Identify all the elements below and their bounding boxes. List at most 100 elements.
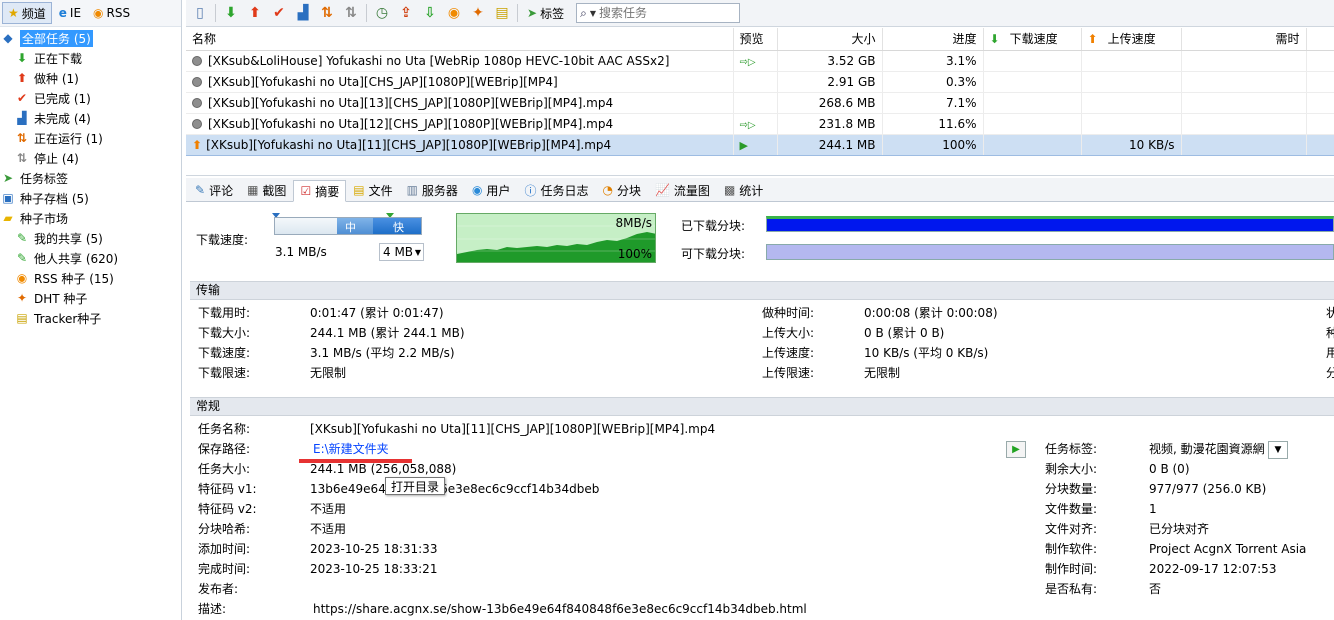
transfer-value: 10 KB/s (平均 0 KB/s)	[864, 346, 989, 360]
tracker-button[interactable]: ▤	[490, 2, 514, 24]
tree-item-rss-torrents[interactable]: ◉ RSS 种子 (15)	[0, 268, 181, 288]
table-row[interactable]: [XKsub][Yofukashi no Uta][CHS_JAP][1080P…	[186, 71, 1334, 93]
torrent-down-button[interactable]: ⇩	[418, 2, 442, 24]
tag-button[interactable]: ➤ 标签	[521, 2, 570, 24]
speed-section: 下载速度: 中 快 3.1 MB/s 4 MB ▼ 8MB/s 100% 已下载…	[186, 203, 1334, 280]
others-share-icon: ✎	[16, 251, 28, 265]
task-down-speed-cell	[983, 134, 1082, 156]
general-label: 任务名称:	[198, 422, 251, 436]
task-preview-cell[interactable]: ⇨▷	[733, 50, 778, 72]
general-section-header: 常规	[190, 397, 1334, 416]
transfer-value: 3.1 MB/s (平均 2.2 MB/s)	[310, 346, 455, 360]
torrent-up-button[interactable]: ⇪	[394, 2, 418, 24]
task-preview-cell[interactable]: ▶	[733, 134, 778, 156]
tree-item-downloading[interactable]: ⬇ 正在下载	[0, 48, 181, 68]
tab-rss[interactable]: ◉ RSS	[88, 2, 135, 24]
col-header-up-speed[interactable]: ⬆ 上传速度	[1081, 28, 1182, 51]
tree-item-completed[interactable]: ✔ 已完成 (1)	[0, 88, 181, 108]
tree-item-my-share[interactable]: ✎ 我的共享 (5)	[0, 228, 181, 248]
task-preview-cell[interactable]: ⇨▷	[733, 113, 778, 135]
tree-item-all-tasks[interactable]: ◆ 全部任务 (5)	[0, 28, 181, 48]
tab-stats[interactable]: ▩ 统计	[717, 179, 770, 201]
play-button[interactable]: ▶	[1006, 441, 1026, 458]
search-input[interactable]	[598, 6, 729, 20]
start-button[interactable]: ⬇	[219, 2, 243, 24]
general-label: 发布者:	[198, 582, 239, 596]
left-tabs: ★ 频道 e IE ◉ RSS	[0, 0, 181, 27]
tree-item-running[interactable]: ⇅ 正在运行 (1)	[0, 128, 181, 148]
stop-button[interactable]: ⇅	[339, 2, 363, 24]
tab-users[interactable]: ◉ 用户	[465, 179, 518, 201]
file-count-value: 1	[1149, 502, 1157, 516]
stopped-status-icon	[192, 97, 202, 108]
col-header-eta[interactable]: 需时	[1181, 28, 1307, 51]
speed-graph: 8MB/s 100%	[456, 213, 656, 263]
tab-channel[interactable]: ★ 频道	[2, 2, 52, 24]
folder-icon: ▰	[3, 211, 13, 225]
task-name-value: [XKsub][Yofukashi no Uta][11][CHS_JAP][1…	[310, 422, 716, 436]
tab-files[interactable]: ▤ 文件	[346, 179, 399, 201]
tree-item-incomplete[interactable]: ▟ 未完成 (4)	[0, 108, 181, 128]
col-header-size[interactable]: 大小	[777, 28, 883, 51]
speed-limit-slider[interactable]: 中 快	[274, 217, 422, 235]
tree-item-stopped[interactable]: ⇅ 停止 (4)	[0, 148, 181, 168]
rss-button[interactable]: ◉	[442, 2, 466, 24]
dht-button[interactable]: ✦	[466, 2, 490, 24]
torrent-down-icon: ⇩	[424, 5, 436, 21]
piece-hash-value: 不适用	[310, 522, 347, 536]
search-box[interactable]: ⌕ ▼	[576, 3, 741, 23]
tree-item-torrent-market[interactable]: ▰ 种子市场	[0, 208, 181, 228]
task-size-cell: 231.8 MB	[777, 113, 883, 135]
running-button[interactable]: ⇅	[315, 2, 339, 24]
tree-item-tracker-torrents[interactable]: ▤ Tracker种子	[0, 308, 181, 328]
table-row[interactable]: [XKsub&LoliHouse] Yofukashi no Uta [WebR…	[186, 50, 1334, 72]
description-value[interactable]: https://share.acgnx.se/show-13b6e49e64f8…	[313, 599, 807, 619]
speed-limit-select[interactable]: 4 MB ▼	[379, 243, 424, 261]
new-task-button[interactable]: ▯	[188, 2, 212, 24]
task-name-cell: [XKsub&LoliHouse] Yofukashi no Uta [WebR…	[186, 50, 734, 72]
col-header-progress[interactable]: 进度	[882, 28, 984, 51]
general-label: 分块数量:	[1045, 482, 1098, 496]
rss-icon: ◉	[93, 6, 104, 20]
complete-button[interactable]: ✔	[267, 2, 291, 24]
tab-ie[interactable]: e IE	[54, 2, 86, 24]
tree-item-task-tags[interactable]: ➤ 任务标签	[0, 168, 181, 188]
tree-item-torrent-archive[interactable]: ▣ 种子存档 (5)	[0, 188, 181, 208]
task-progress-cell: 7.1%	[882, 92, 984, 114]
save-path-link[interactable]: E:\新建文件夹	[313, 439, 389, 459]
table-header-row: 名称 预览 大小 进度 ⬇ 下载速度 ⬆ 上传速度 需时	[186, 28, 1334, 51]
task-eta-cell	[1181, 50, 1307, 72]
tab-task-log[interactable]: ⓘ 任务日志	[517, 179, 595, 201]
tag-icon: ➤	[2, 171, 14, 185]
table-row-selected[interactable]: ⬆ [XKsub][Yofukashi no Uta][11][CHS_JAP][…	[186, 134, 1334, 156]
tree-item-dht-torrents[interactable]: ✦ DHT 种子	[0, 288, 181, 308]
task-size-cell: 2.91 GB	[777, 71, 883, 93]
transfer-section-header: 传输	[190, 281, 1334, 300]
tab-screenshots[interactable]: ▦ 截图	[240, 179, 293, 201]
seed-button[interactable]: ⬆	[243, 2, 267, 24]
tab-pieces[interactable]: ◔ 分块	[595, 179, 648, 201]
task-up-speed-cell	[1081, 92, 1182, 114]
col-header-down-speed[interactable]: ⬇ 下载速度	[983, 28, 1082, 51]
incomplete-button[interactable]: ▟	[291, 2, 315, 24]
tab-comments[interactable]: ✎ 评论	[188, 179, 240, 201]
general-label: 分块哈希:	[198, 522, 251, 536]
down-arrow-icon: ⬇	[989, 32, 1000, 47]
tree-item-others-share[interactable]: ✎ 他人共享 (620)	[0, 248, 181, 268]
tab-traffic-chart[interactable]: 📈 流量图	[648, 179, 717, 201]
table-row[interactable]: [XKsub][Yofukashi no Uta][13][CHS_JAP][1…	[186, 92, 1334, 114]
col-header-preview[interactable]: 预览	[733, 28, 778, 51]
log-icon: ⓘ	[524, 183, 537, 198]
tab-servers[interactable]: ▥ 服务器	[400, 179, 465, 201]
table-row[interactable]: [XKsub][Yofukashi no Uta][12][CHS_JAP][1…	[186, 113, 1334, 135]
col-header-name[interactable]: 名称	[186, 28, 734, 51]
task-down-speed-cell	[983, 113, 1082, 135]
task-up-speed-cell	[1081, 113, 1182, 135]
task-tags-dropdown[interactable]: ▼	[1268, 441, 1288, 459]
tab-summary[interactable]: ☑ 摘要	[293, 180, 347, 202]
tree-item-seeding[interactable]: ⬆ 做种 (1)	[0, 68, 181, 88]
task-size-cell: 268.6 MB	[777, 92, 883, 114]
tag-icon: ➤	[527, 6, 538, 20]
schedule-button[interactable]: ◷	[370, 2, 394, 24]
general-label: 剩余大小:	[1045, 462, 1098, 476]
